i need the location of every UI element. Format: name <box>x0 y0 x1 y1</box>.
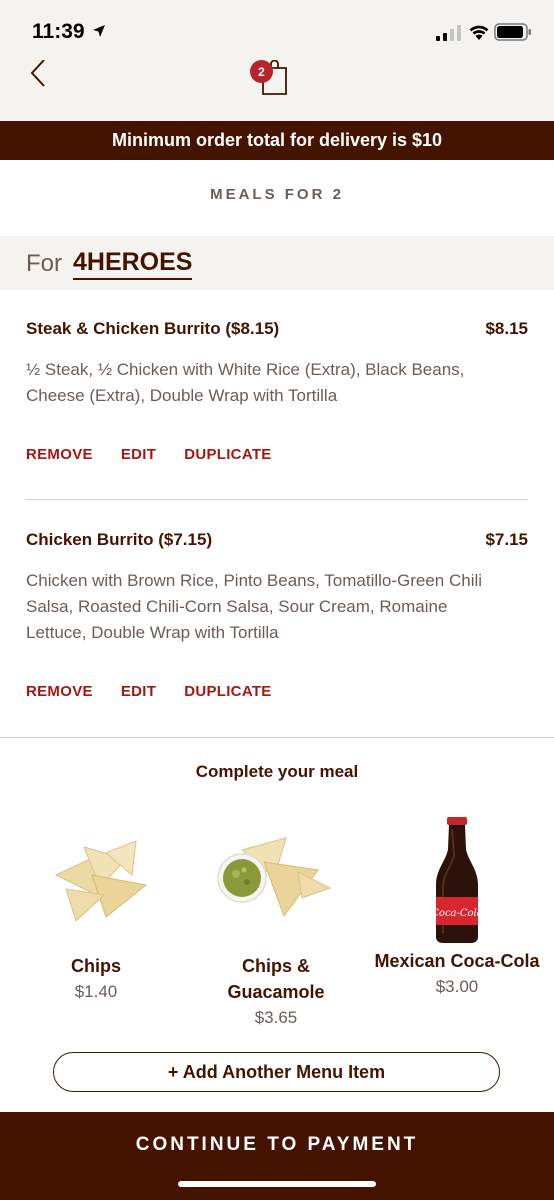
chips-image <box>54 840 148 922</box>
side-price: $3.00 <box>435 977 479 996</box>
order-for-row: For 4HEROES <box>0 236 554 290</box>
nav-bar: 2 <box>0 60 554 121</box>
edit-button[interactable]: EDIT <box>121 446 156 463</box>
cart-item: Steak & Chicken Burrito ($8.15) $8.15 ½ … <box>26 319 528 479</box>
cellular-signal-icon <box>436 25 461 41</box>
item-title: Chicken Burrito ($7.15) <box>26 530 213 549</box>
section-divider <box>0 737 554 738</box>
remove-button[interactable]: REMOVE <box>26 446 93 463</box>
side-item-mexican-coca-cola[interactable]: Coca-Cola Mexican Coca-Cola $3.00 <box>372 815 542 1005</box>
side-item-chips-guacamole[interactable]: Chips & Guacamole $3.65 <box>206 820 346 1030</box>
battery-icon <box>494 23 531 41</box>
item-price: $7.15 <box>485 530 528 549</box>
bottle-label-text: Coca-Cola <box>431 908 482 919</box>
status-time: 11:39 <box>32 20 85 43</box>
divider <box>26 499 528 500</box>
coca-cola-bottle-image: Coca-Cola <box>431 817 483 943</box>
item-title: Steak & Chicken Burrito ($8.15) <box>26 319 280 338</box>
status-bar: 11:39 <box>0 0 554 60</box>
remove-button[interactable]: REMOVE <box>26 683 93 700</box>
delivery-minimum-banner: Minimum order total for delivery is $10 <box>0 121 554 160</box>
shopping-bag-button[interactable]: 2 <box>250 60 292 100</box>
side-item-chips[interactable]: Chips $1.40 <box>36 820 156 1010</box>
complete-meal-heading: Complete your meal <box>195 762 359 781</box>
add-another-item-button[interactable]: + Add Another Menu Item <box>53 1052 500 1092</box>
item-description: Chicken with Brown Rice, Pinto Beans, To… <box>26 571 483 642</box>
side-name: Mexican Coca-Cola <box>374 951 540 971</box>
side-name: Chips <box>70 956 121 976</box>
location-arrow-icon <box>93 25 105 37</box>
bag-count-badge: 2 <box>250 60 273 83</box>
continue-label: CONTINUE TO PAYMENT <box>135 1134 419 1155</box>
back-chevron-icon[interactable] <box>26 60 56 90</box>
item-price: $8.15 <box>485 319 528 338</box>
meals-heading: MEALS FOR 2 <box>210 186 344 203</box>
chips-guacamole-image <box>217 837 332 918</box>
duplicate-button[interactable]: DUPLICATE <box>184 446 271 463</box>
continue-to-payment-button[interactable]: CONTINUE TO PAYMENT <box>0 1112 554 1200</box>
item-actions: REMOVE EDIT DUPLICATE <box>26 446 272 463</box>
home-indicator <box>178 1181 376 1187</box>
side-name: Chips & Guacamole <box>227 956 325 1002</box>
edit-button[interactable]: EDIT <box>121 683 156 700</box>
cart-item: Chicken Burrito ($7.15) $7.15 Chicken wi… <box>26 530 528 710</box>
item-description: ½ Steak, ½ Chicken with White Rice (Extr… <box>26 360 465 405</box>
side-price: $1.40 <box>74 982 118 1001</box>
wifi-icon <box>469 25 489 40</box>
order-name-link[interactable]: 4HEROES <box>73 248 193 280</box>
duplicate-button[interactable]: DUPLICATE <box>184 683 271 700</box>
side-price: $3.65 <box>254 1008 298 1027</box>
for-label: For <box>26 250 62 277</box>
item-actions: REMOVE EDIT DUPLICATE <box>26 683 272 700</box>
